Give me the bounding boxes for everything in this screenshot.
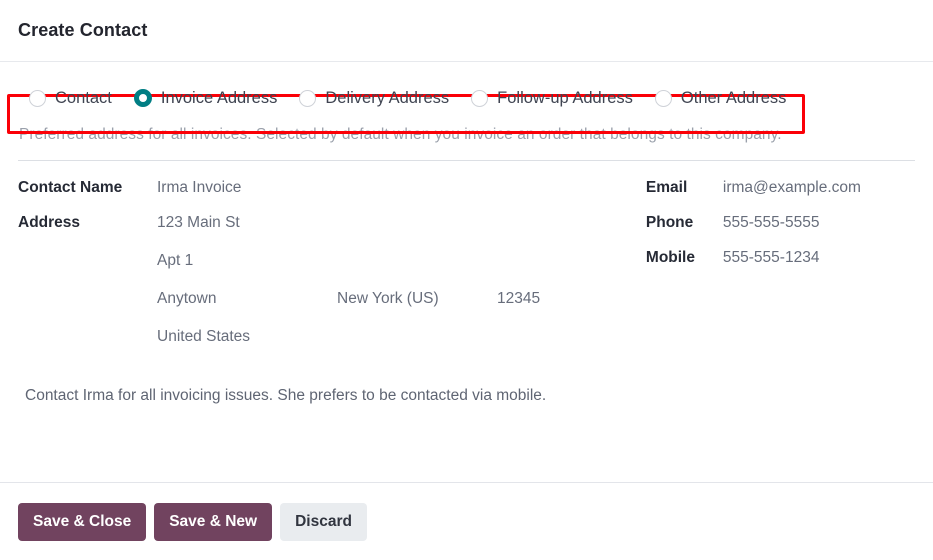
address-value-block[interactable]: 123 Main St Apt 1 Anytown New York (US) … bbox=[157, 214, 597, 346]
page-title: Create Contact bbox=[18, 20, 148, 40]
radio-circle-icon[interactable] bbox=[654, 89, 672, 107]
radio-option-invoice-address[interactable]: Invoice Address bbox=[133, 88, 278, 108]
fields-left-column: Contact Name Irma Invoice Address 123 Ma… bbox=[18, 179, 646, 363]
create-contact-dialog: Create Contact Contact Invoice Address D… bbox=[0, 0, 933, 560]
fields-right-column: Email irma@example.com Phone 555-555-555… bbox=[646, 179, 915, 363]
radio-circle-icon[interactable] bbox=[299, 89, 317, 107]
radio-label-followup-address: Follow-up Address bbox=[497, 88, 633, 107]
dialog-body: Contact Invoice Address Delivery Address… bbox=[0, 78, 933, 498]
field-email: Email irma@example.com bbox=[646, 179, 915, 197]
contact-name-label: Contact Name bbox=[18, 179, 123, 196]
address-city: Anytown bbox=[157, 290, 217, 307]
address-street2: Apt 1 bbox=[157, 252, 194, 269]
radio-label-invoice-address: Invoice Address bbox=[160, 88, 278, 107]
field-phone: Phone 555-555-5555 bbox=[646, 214, 915, 232]
address-zip: 12345 bbox=[497, 290, 541, 307]
address-type-radio-group: Contact Invoice Address Delivery Address… bbox=[18, 78, 915, 118]
address-street: 123 Main St bbox=[157, 214, 240, 231]
dialog-footer: Save & Close Save & New Discard bbox=[0, 482, 933, 560]
radio-option-followup-address[interactable]: Follow-up Address bbox=[471, 89, 633, 108]
radio-option-other-address[interactable]: Other Address bbox=[654, 88, 787, 108]
phone-label: Phone bbox=[645, 214, 694, 231]
contact-name-value[interactable]: Irma Invoice bbox=[157, 179, 241, 197]
address-label: Address bbox=[18, 214, 81, 231]
radio-circle-icon[interactable] bbox=[29, 89, 46, 107]
email-label: Email bbox=[645, 179, 688, 196]
internal-note[interactable]: Contact Irma for all invoicing issues. S… bbox=[18, 387, 915, 405]
radio-label-delivery-address: Delivery Address bbox=[325, 88, 450, 107]
email-value[interactable]: irma@example.com bbox=[723, 179, 861, 197]
radio-circle-icon[interactable] bbox=[471, 89, 489, 107]
contact-fields: Contact Name Irma Invoice Address 123 Ma… bbox=[18, 179, 915, 363]
save-and-new-button[interactable]: Save & New bbox=[154, 502, 273, 541]
radio-label-other-address: Other Address bbox=[680, 88, 787, 107]
discard-button[interactable]: Discard bbox=[280, 502, 367, 541]
field-contact-name: Contact Name Irma Invoice bbox=[18, 179, 646, 197]
radio-label-contact: Contact bbox=[55, 88, 112, 107]
mobile-label: Mobile bbox=[645, 249, 695, 266]
phone-value[interactable]: 555-555-5555 bbox=[723, 214, 820, 232]
address-city-state-zip-line[interactable]: Anytown New York (US) 12345 bbox=[157, 290, 597, 308]
field-address: Address 123 Main St Apt 1 Anytown New Yo… bbox=[18, 214, 646, 346]
mobile-value[interactable]: 555-555-1234 bbox=[723, 249, 820, 267]
section-divider bbox=[18, 160, 915, 161]
address-street-line[interactable]: 123 Main St bbox=[157, 214, 597, 232]
address-street2-line[interactable]: Apt 1 bbox=[157, 252, 597, 270]
address-state: New York (US) bbox=[337, 290, 439, 307]
radio-option-contact[interactable]: Contact bbox=[29, 89, 112, 108]
radio-circle-selected-icon[interactable] bbox=[133, 89, 152, 107]
address-type-help-text: Preferred address for all invoices. Sele… bbox=[19, 126, 782, 143]
address-country-line[interactable]: United States bbox=[157, 328, 597, 346]
save-and-close-button[interactable]: Save & Close bbox=[18, 502, 147, 541]
radio-option-delivery-address[interactable]: Delivery Address bbox=[299, 89, 449, 108]
field-mobile: Mobile 555-555-1234 bbox=[646, 249, 915, 267]
dialog-header: Create Contact bbox=[0, 0, 933, 62]
address-country: United States bbox=[157, 328, 251, 345]
